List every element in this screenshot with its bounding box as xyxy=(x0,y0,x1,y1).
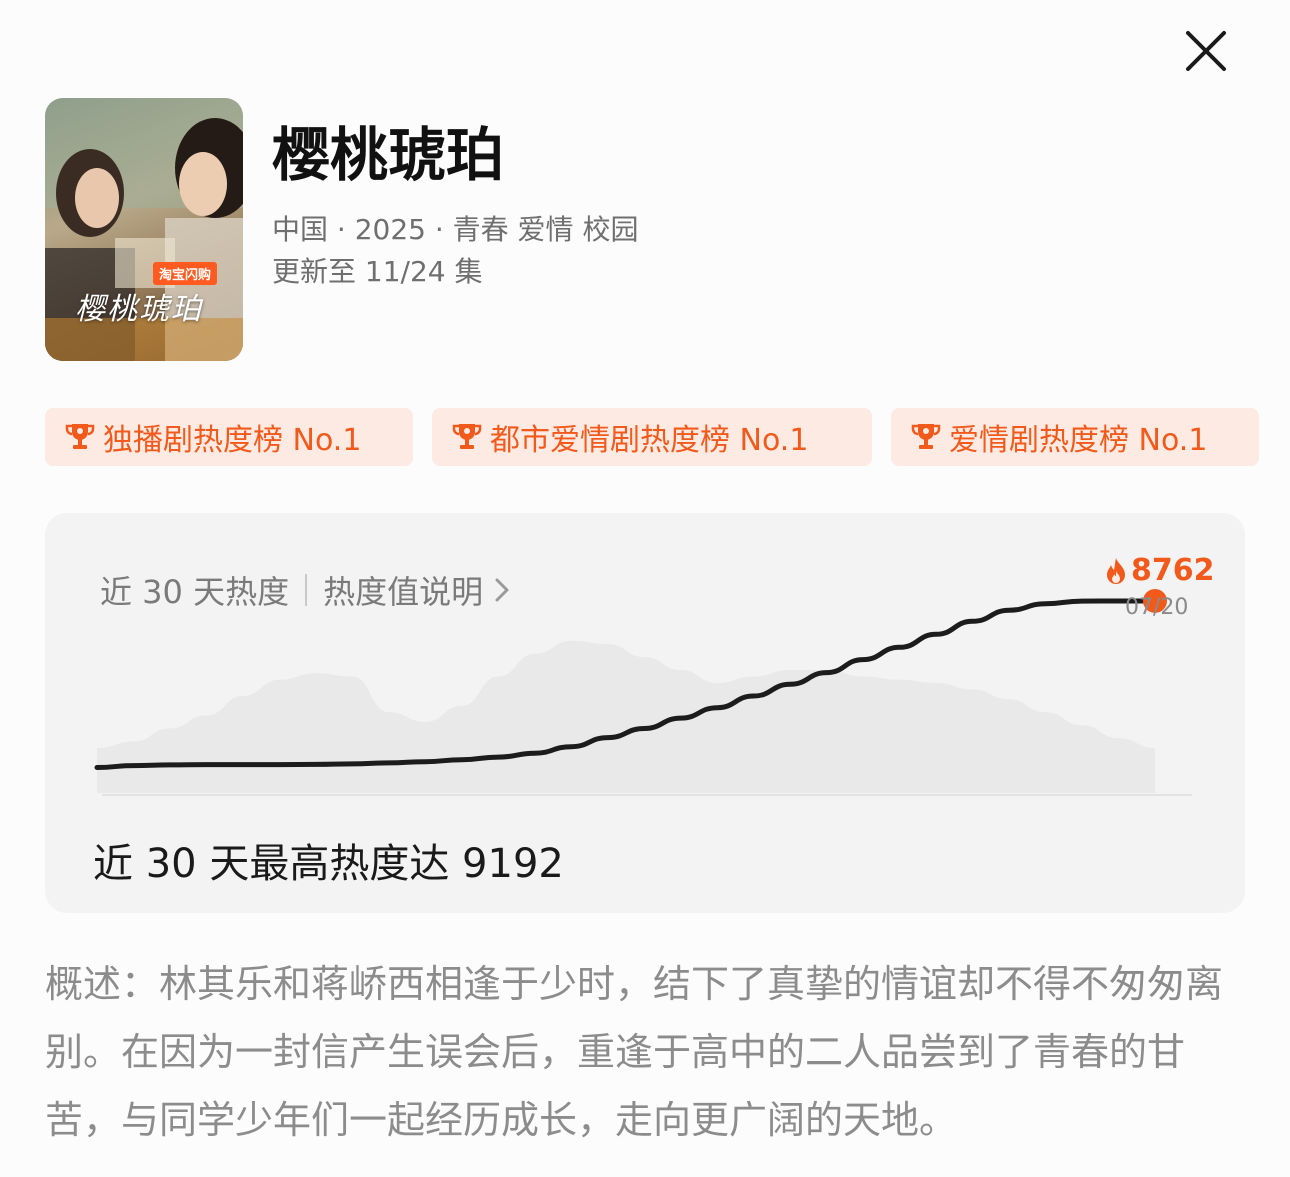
badge-label: 爱情剧热度榜 No.1 xyxy=(949,423,1208,458)
poster-image[interactable]: 淘宝闪购 樱桃琥珀 xyxy=(45,98,243,361)
flame-icon xyxy=(1107,557,1125,584)
badge-label: 都市爱情剧热度榜 No.1 xyxy=(490,423,809,458)
ranking-badge[interactable]: 都市爱情剧热度榜 No.1 xyxy=(432,408,872,466)
show-meta: 中国 · 2025 · 青春 爱情 校园 xyxy=(272,213,639,246)
peak-heat-text: 近 30 天最高热度达 9192 xyxy=(93,841,564,887)
poster-logo: 樱桃琥珀 xyxy=(75,292,203,327)
close-icon xyxy=(1186,31,1226,71)
heat-card-header: 近 30 天热度 热度值说明 xyxy=(100,567,511,613)
trophy-icon xyxy=(65,424,95,449)
current-heat: 8762 xyxy=(1105,553,1215,588)
background-area xyxy=(97,640,1155,793)
page-title: 樱桃琥珀 xyxy=(272,121,505,189)
current-heat-date: 07/20 xyxy=(1125,595,1189,620)
card-divider xyxy=(102,794,1192,796)
trophy-icon xyxy=(911,424,941,449)
poster-tag: 淘宝闪购 xyxy=(153,262,218,285)
trophy-icon xyxy=(452,424,482,449)
heat-card: 近 30 天热度 热度值说明 8762 07/20 近 30 天最高热度达 91… xyxy=(45,513,1245,913)
current-heat-value: 8762 xyxy=(1131,553,1215,588)
ranking-badge[interactable]: 独播剧热度榜 No.1 xyxy=(45,408,413,466)
ranking-badge[interactable]: 爱情剧热度榜 No.1 xyxy=(891,408,1259,466)
show-detail-page: 淘宝闪购 樱桃琥珀 樱桃琥珀 中国 · 2025 · 青春 爱情 校园 更新至 … xyxy=(0,0,1290,1177)
divider xyxy=(305,574,308,606)
synopsis: 概述：林其乐和蒋峤西相逢于少时，结下了真挚的情谊却不得不匆匆离别。在因为一封信产… xyxy=(45,962,1224,1142)
heat-heading: 近 30 天热度 xyxy=(100,573,290,611)
heat-explain-link[interactable]: 热度值说明 xyxy=(323,567,483,613)
badge-label: 独播剧热度榜 No.1 xyxy=(103,423,362,458)
close-button[interactable] xyxy=(1180,25,1232,77)
chevron-right-icon[interactable] xyxy=(493,576,511,604)
episode-status: 更新至 11/24 集 xyxy=(272,255,483,288)
